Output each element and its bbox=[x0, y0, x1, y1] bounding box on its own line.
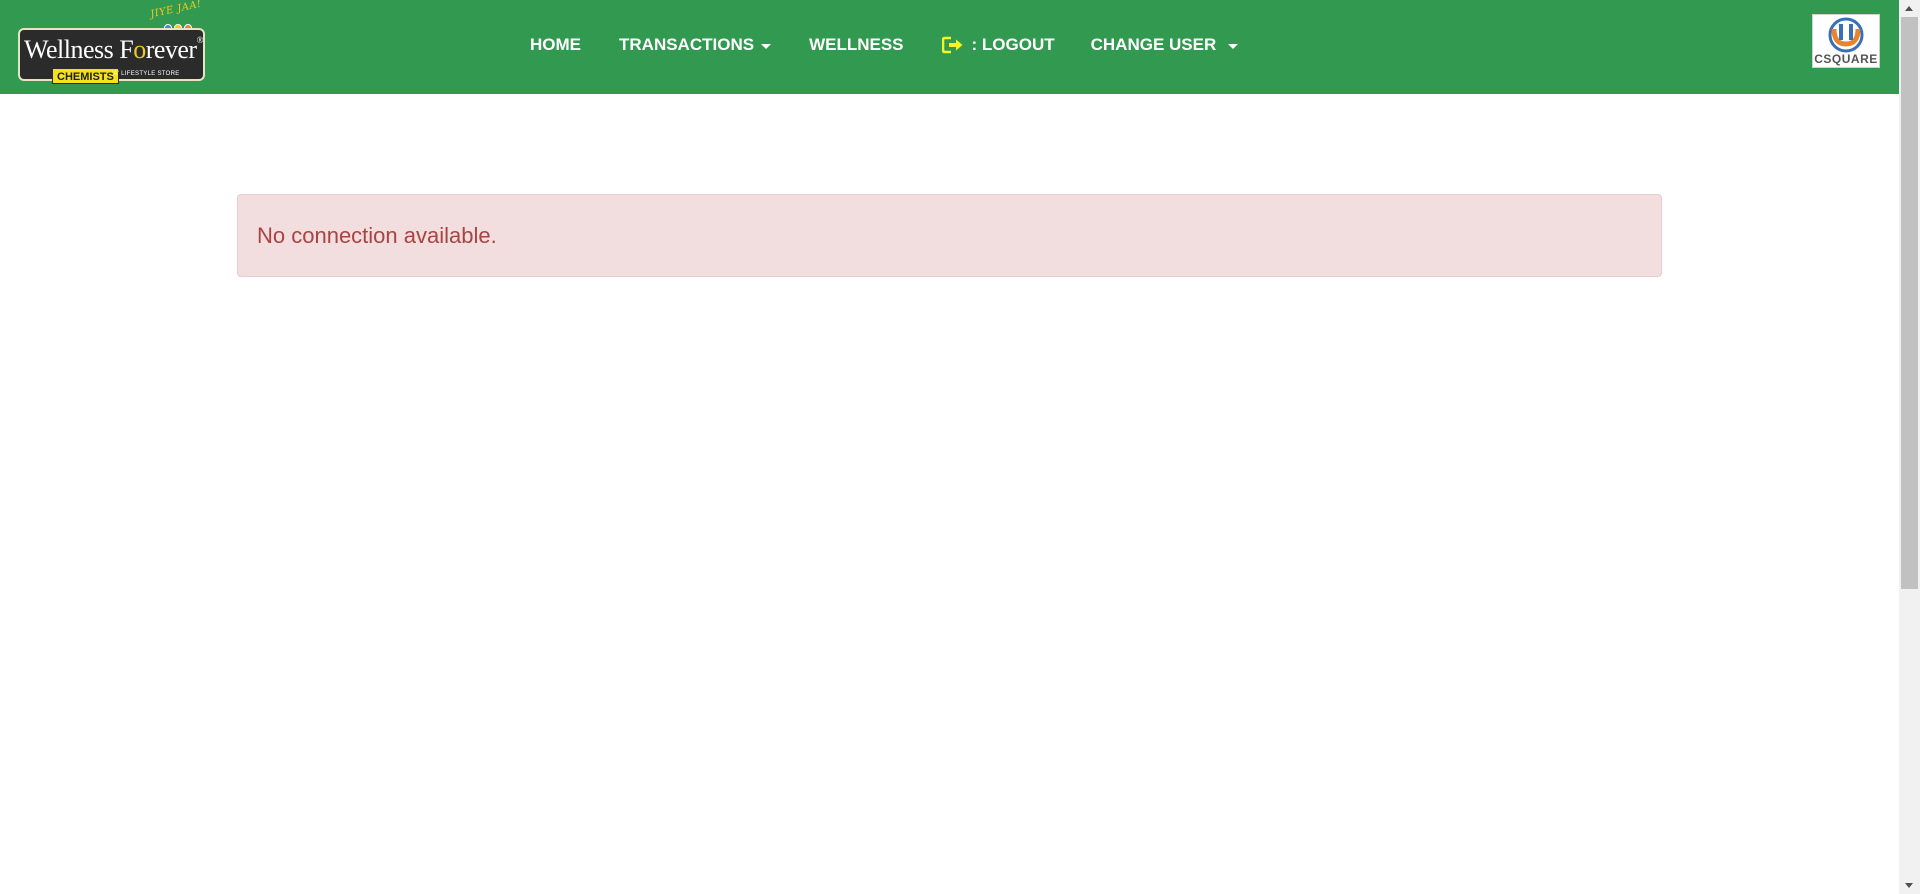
nav-home[interactable]: HOME bbox=[530, 25, 581, 65]
alert-message: No connection available. bbox=[257, 222, 497, 248]
scroll-up-arrow-icon[interactable] bbox=[1905, 6, 1913, 11]
nav-change-user-dropdown[interactable]: CHANGE USER bbox=[1091, 25, 1239, 65]
error-alert: No connection available. bbox=[237, 194, 1662, 277]
logout-icon bbox=[941, 36, 963, 54]
nav-wellness-label: WELLNESS bbox=[809, 35, 904, 54]
logo-name: Wellness Forever® bbox=[24, 35, 203, 64]
nav-transactions-label: TRANSACTIONS bbox=[619, 35, 755, 54]
logo-tagline: JIYE JAA! bbox=[149, 0, 203, 21]
logo-box: Wellness Forever® CHEMISTS 'A' LIFESTYLE… bbox=[18, 28, 205, 84]
nav-home-label: HOME bbox=[530, 35, 581, 54]
vertical-scrollbar[interactable] bbox=[1899, 0, 1920, 894]
csquare-logo: CSQUARE bbox=[1812, 14, 1880, 68]
scroll-down-arrow-icon[interactable] bbox=[1905, 883, 1913, 888]
caret-down-icon bbox=[1228, 43, 1239, 49]
scrollbar-thumb[interactable] bbox=[1901, 17, 1918, 589]
top-navbar: JIYE JAA! Wellness Forever® CHEMISTS 'A'… bbox=[0, 0, 1899, 94]
main-nav: HOME TRANSACTIONS WELLNESS : LOGOUT CHAN… bbox=[530, 0, 1239, 94]
csquare-mark-icon bbox=[1828, 17, 1864, 53]
logo-subtitle: 'A' LIFESTYLE STORE bbox=[112, 71, 180, 77]
csquare-logo-text: CSQUARE bbox=[1814, 52, 1878, 66]
caret-down-icon bbox=[761, 43, 772, 49]
nav-logout[interactable]: : LOGOUT bbox=[941, 25, 1055, 65]
nav-logout-label: : LOGOUT bbox=[971, 35, 1055, 54]
nav-change-user-label: CHANGE USER bbox=[1090, 35, 1217, 54]
nav-transactions-dropdown[interactable]: TRANSACTIONS bbox=[619, 25, 772, 65]
logo-chemists-badge: CHEMISTS bbox=[52, 68, 119, 84]
nav-wellness[interactable]: WELLNESS bbox=[809, 25, 903, 65]
wellness-forever-logo[interactable]: JIYE JAA! Wellness Forever® CHEMISTS 'A'… bbox=[18, 0, 208, 84]
